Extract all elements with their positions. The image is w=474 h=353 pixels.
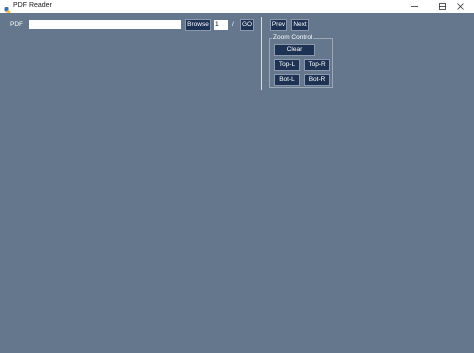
prev-button[interactable]: Prev <box>270 19 287 31</box>
vertical-separator <box>261 17 262 90</box>
pdf-path-input[interactable] <box>29 20 181 29</box>
next-button[interactable]: Next <box>291 19 309 31</box>
pdf-label: PDF <box>10 21 23 28</box>
maximize-icon <box>438 3 446 10</box>
go-button[interactable]: GO <box>240 19 254 31</box>
zoom-bottom-left-button[interactable]: Bot-L <box>274 74 300 86</box>
page-separator: / <box>232 21 234 28</box>
zoom-bottom-right-button[interactable]: Bot-R <box>304 74 330 86</box>
minimize-control[interactable] <box>400 0 428 13</box>
zoom-control-title: Zoom Control <box>272 34 314 42</box>
close-icon <box>456 3 464 10</box>
minimize-glyph-icon <box>410 3 418 10</box>
title-bar[interactable]: PDF Reader <box>0 0 474 15</box>
zoom-clear-button[interactable]: Clear <box>274 44 315 56</box>
zoom-top-left-button[interactable]: Top-L <box>274 59 300 71</box>
browse-button[interactable]: Browse <box>185 19 211 31</box>
main-window-body: PDF Browse / GO Prev Next Zoom Control C… <box>0 13 474 353</box>
zoom-top-right-button[interactable]: Top-R <box>304 59 330 71</box>
page-number-input[interactable] <box>214 20 228 30</box>
window-title: PDF Reader <box>13 2 52 9</box>
close-button[interactable] <box>446 0 474 13</box>
python-app-icon <box>4 2 11 15</box>
